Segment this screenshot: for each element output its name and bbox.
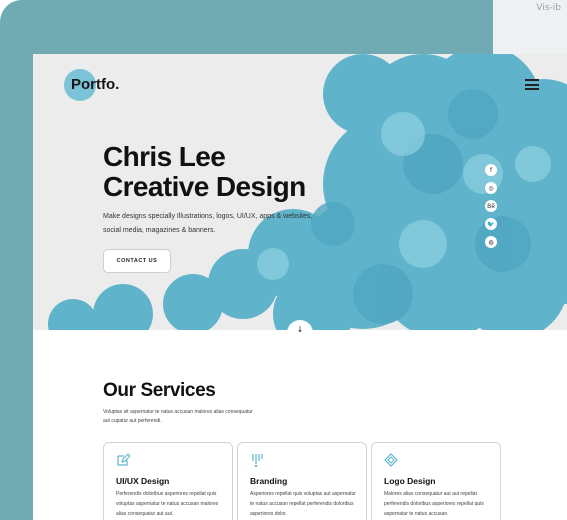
portfolio-website: Portfo. Chris Lee Creative Design Make d… <box>33 54 567 520</box>
diamond-icon <box>384 453 398 467</box>
site-logo[interactable]: Portfo. <box>71 76 119 93</box>
service-card-branding[interactable]: Branding Asperiores repellat quis volupt… <box>237 442 367 520</box>
hero-section: Portfo. Chris Lee Creative Design Make d… <box>33 54 567 330</box>
social-links: f ◎ Bē 🐦 ◍ <box>485 164 497 254</box>
edit-icon <box>117 453 130 466</box>
hamburger-menu-icon[interactable] <box>525 79 539 90</box>
service-card-title: Branding <box>250 476 288 486</box>
behance-icon[interactable]: Bē <box>485 200 497 212</box>
facebook-icon[interactable]: f <box>485 164 497 176</box>
hero-title-line2: Creative Design <box>103 171 306 202</box>
instagram-icon[interactable]: ◎ <box>485 182 497 194</box>
service-card-logo-design[interactable]: Logo Design Malores alias consequatur au… <box>371 442 501 520</box>
dribbble-icon[interactable]: ◍ <box>485 236 497 248</box>
services-title: Our Services <box>103 380 216 401</box>
hero-title-line1: Chris Lee <box>103 141 226 172</box>
twitter-icon[interactable]: 🐦 <box>485 218 497 230</box>
service-card-description: Perferendis doloribus asperiores repella… <box>116 491 219 517</box>
background-window: Vis-ib <box>493 0 567 54</box>
services-description: Voluptas sit aspernatur te natus accusan… <box>103 409 253 424</box>
service-card-title: Logo Design <box>384 476 436 486</box>
hero-description: Make designs specially Illustrations, lo… <box>103 213 313 234</box>
service-card-title: UI/UX Design <box>116 476 170 486</box>
background-window-text: Vis-ib <box>536 3 561 13</box>
contact-us-button[interactable]: CONTACT US <box>103 249 171 273</box>
hero-title: Chris Lee Creative Design <box>103 142 306 202</box>
service-card-description: Malores alias consequatur aut aut repell… <box>384 491 484 517</box>
service-card-uiux[interactable]: UI/UX Design Perferendis doloribus asper… <box>103 442 233 520</box>
brush-icon <box>252 454 263 467</box>
service-card-description: Asperiores repellat quis voluptas aut as… <box>250 491 356 517</box>
